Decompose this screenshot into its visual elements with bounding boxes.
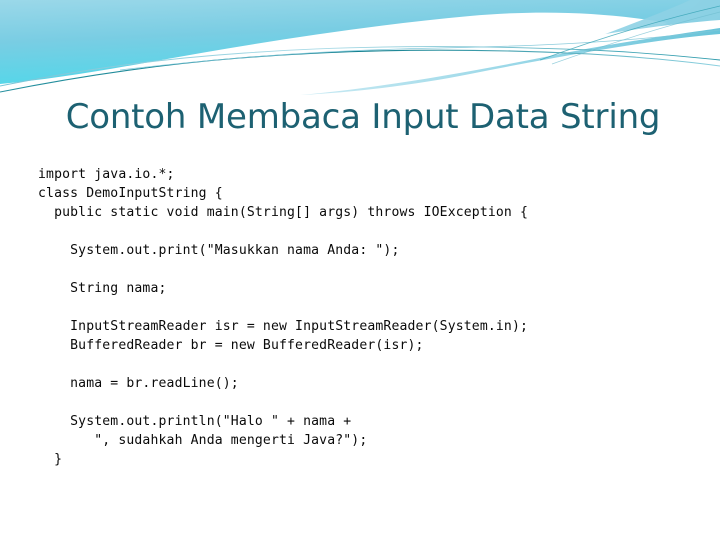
wave-line-4 bbox=[539, 5, 720, 61]
wave-sky-fill bbox=[0, 0, 720, 84]
wave-light-band bbox=[300, 28, 720, 95]
code-line: ", sudahkah Anda mengerti Java?"); bbox=[38, 433, 368, 449]
code-line: BufferedReader br = new BufferedReader(i… bbox=[38, 338, 424, 354]
code-line: public static void main(String[] args) t… bbox=[38, 205, 529, 221]
code-line: System.out.print("Masukkan nama Anda: ")… bbox=[38, 243, 400, 259]
code-line: import java.io.*; bbox=[38, 167, 175, 183]
code-line: nama = br.readLine(); bbox=[38, 376, 239, 392]
wave-upper-band bbox=[520, 0, 720, 66]
presentation-slide: Contoh Membaca Input Data String import … bbox=[0, 0, 720, 540]
wave-line-3 bbox=[119, 29, 720, 71]
wave-line-5 bbox=[551, 11, 720, 65]
code-line: } bbox=[38, 452, 63, 468]
wave-line-1 bbox=[0, 49, 720, 93]
wave-line-2 bbox=[0, 46, 720, 87]
wave-banner-decoration bbox=[0, 0, 720, 110]
code-line: String nama; bbox=[38, 281, 167, 297]
code-line: InputStreamReader isr = new InputStreamR… bbox=[38, 319, 529, 335]
code-line: System.out.println("Halo " + nama + bbox=[38, 414, 352, 430]
code-line: class DemoInputString { bbox=[38, 186, 223, 202]
page-title: Contoh Membaca Input Data String bbox=[65, 97, 661, 137]
code-snippet: import java.io.*; class DemoInputString {… bbox=[38, 165, 698, 469]
wave-sky-lobe bbox=[600, 0, 720, 62]
